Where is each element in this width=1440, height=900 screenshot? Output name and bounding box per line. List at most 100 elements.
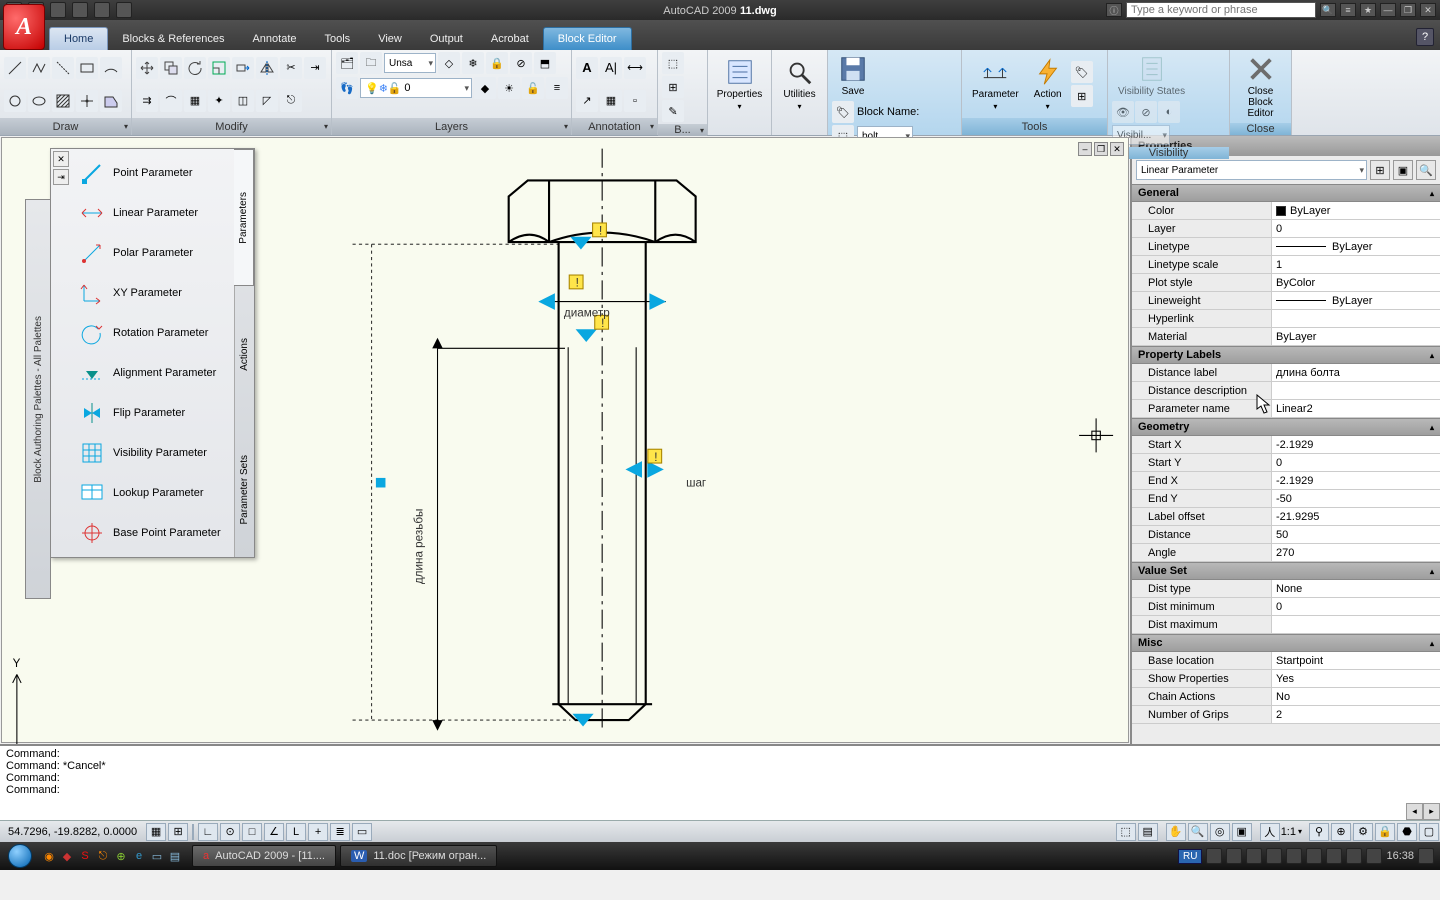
- layer-uniso-icon[interactable]: ◆: [474, 77, 496, 99]
- scale-tool-icon[interactable]: [208, 57, 230, 79]
- search-go-icon[interactable]: 🔍: [1320, 3, 1336, 17]
- ql-app3-icon[interactable]: ⎋: [94, 847, 112, 865]
- ql-switch-icon[interactable]: ▤: [166, 847, 184, 865]
- array-tool-icon[interactable]: ▦: [184, 90, 206, 112]
- toolbar-lock-icon[interactable]: 🔒: [1375, 823, 1395, 841]
- ql-ie-icon[interactable]: ◉: [40, 847, 58, 865]
- model-toggle[interactable]: ⬚: [1116, 823, 1136, 841]
- prop-row[interactable]: End Y-50: [1132, 490, 1440, 508]
- tray-icon-4[interactable]: [1266, 848, 1282, 864]
- annotation-visibility-icon[interactable]: ⚲: [1309, 823, 1329, 841]
- extend-tool-icon[interactable]: ⇥: [304, 57, 326, 79]
- tray-icon-end[interactable]: [1418, 848, 1434, 864]
- edit-block-icon[interactable]: ✎: [662, 100, 684, 122]
- qat-save-icon[interactable]: [50, 2, 66, 18]
- start-button[interactable]: [0, 842, 40, 870]
- erase-tool-icon[interactable]: ◫: [232, 90, 254, 112]
- prop-row[interactable]: Dist typeNone: [1132, 580, 1440, 598]
- prop-row[interactable]: Distance50: [1132, 526, 1440, 544]
- prop-value[interactable]: No: [1272, 688, 1440, 705]
- explode-tool-icon[interactable]: ✦: [208, 90, 230, 112]
- stretch-tool-icon[interactable]: [232, 57, 254, 79]
- taskbar-autocad[interactable]: aAutoCAD 2009 - [11....: [192, 845, 336, 867]
- construction-line-icon[interactable]: [52, 57, 74, 79]
- command-line[interactable]: Command: Command: *Cancel* Command: Comm…: [0, 744, 1440, 820]
- panel-title-layers[interactable]: Layers▾: [332, 118, 571, 135]
- ql-ie2-icon[interactable]: e: [130, 847, 148, 865]
- tab-tools[interactable]: Tools: [311, 28, 365, 50]
- visibility-states-button[interactable]: Visibility States: [1112, 52, 1191, 99]
- layer-make-current-icon[interactable]: ⬒: [534, 52, 556, 74]
- layer-thaw-icon[interactable]: ☀: [498, 77, 520, 99]
- prop-row[interactable]: Linetype scale1: [1132, 256, 1440, 274]
- prop-value[interactable]: [1272, 382, 1440, 399]
- close-button[interactable]: ✕: [1420, 3, 1436, 17]
- clock[interactable]: 16:38: [1386, 850, 1414, 862]
- tray-icon-9[interactable]: [1366, 848, 1382, 864]
- panel-title-annotation[interactable]: Annotation▾: [572, 118, 657, 135]
- prop-value[interactable]: ByColor: [1272, 274, 1440, 291]
- help-button[interactable]: ?: [1416, 28, 1434, 46]
- panel-title-tools[interactable]: Tools: [962, 118, 1107, 135]
- infocenter-icon[interactable]: ⓘ: [1106, 3, 1122, 17]
- break-tool-icon[interactable]: ⎋: [280, 90, 302, 112]
- point-tool-icon[interactable]: [76, 90, 98, 112]
- select-objects-icon[interactable]: ▣: [1393, 160, 1413, 180]
- ql-app4-icon[interactable]: ⊕: [112, 847, 130, 865]
- layer-lock-icon[interactable]: 🔒: [486, 52, 508, 74]
- section-property-labels[interactable]: Property Labels: [1132, 346, 1440, 364]
- prop-value[interactable]: Yes: [1272, 670, 1440, 687]
- prop-value[interactable]: -2.1929: [1272, 472, 1440, 489]
- tab-annotate[interactable]: Annotate: [238, 28, 310, 50]
- rectangle-tool-icon[interactable]: [76, 57, 98, 79]
- prop-row[interactable]: Hyperlink: [1132, 310, 1440, 328]
- annotation-scale-value[interactable]: 1:1: [1281, 826, 1296, 838]
- utilities-button[interactable]: Utilities ▾: [777, 55, 821, 113]
- create-block-icon[interactable]: ⊞: [662, 76, 684, 98]
- prop-row[interactable]: Angle270: [1132, 544, 1440, 562]
- prop-value[interactable]: 0: [1272, 598, 1440, 615]
- prop-value[interactable]: 270: [1272, 544, 1440, 561]
- action-button[interactable]: Action▾: [1027, 55, 1069, 113]
- drawing-canvas[interactable]: – ❐ ✕ Block Authoring Palettes - All Pal…: [1, 137, 1129, 743]
- selection-dropdown[interactable]: Linear Parameter: [1136, 160, 1367, 180]
- polyline-tool-icon[interactable]: [28, 57, 50, 79]
- coordinates-readout[interactable]: 54.7296, -19.8282, 0.0000: [0, 826, 145, 838]
- tray-icon-7[interactable]: [1326, 848, 1342, 864]
- prop-value[interactable]: None: [1272, 580, 1440, 597]
- prop-row[interactable]: Number of Grips2: [1132, 706, 1440, 724]
- tab-output[interactable]: Output: [416, 28, 477, 50]
- commcenter-icon[interactable]: ≡: [1340, 3, 1356, 17]
- mirror-tool-icon[interactable]: [256, 57, 278, 79]
- prop-row[interactable]: ColorByLayer: [1132, 202, 1440, 220]
- close-block-editor-button[interactable]: Close Block Editor: [1234, 52, 1287, 121]
- tray-icon-2[interactable]: [1226, 848, 1242, 864]
- prop-value[interactable]: 2: [1272, 706, 1440, 723]
- prop-value[interactable]: 50: [1272, 526, 1440, 543]
- cmd-scroll-right[interactable]: ▸: [1423, 803, 1440, 820]
- circle-tool-icon[interactable]: [4, 90, 26, 112]
- tab-view[interactable]: View: [364, 28, 416, 50]
- maximize-button[interactable]: ❐: [1400, 3, 1416, 17]
- prop-value[interactable]: Linear2: [1272, 400, 1440, 417]
- prop-row[interactable]: Distance description: [1132, 382, 1440, 400]
- layer-off-icon[interactable]: ⊘: [510, 52, 532, 74]
- tab-home[interactable]: Home: [49, 27, 108, 50]
- favorites-icon[interactable]: ★: [1360, 3, 1376, 17]
- lwt-toggle[interactable]: ≣: [330, 823, 350, 841]
- prop-value[interactable]: 0: [1272, 454, 1440, 471]
- prop-row[interactable]: Dist maximum: [1132, 616, 1440, 634]
- ql-app1-icon[interactable]: ◆: [58, 847, 76, 865]
- trim-tool-icon[interactable]: ✂: [280, 57, 302, 79]
- tab-acrobat[interactable]: Acrobat: [477, 28, 543, 50]
- grid-toggle[interactable]: ⊞: [168, 823, 188, 841]
- prop-row[interactable]: Distance labelдлина болта: [1132, 364, 1440, 382]
- prop-row[interactable]: Start Y0: [1132, 454, 1440, 472]
- chamfer-tool-icon[interactable]: ◸: [256, 90, 278, 112]
- polar-toggle[interactable]: ⊙: [220, 823, 240, 841]
- showmotion-icon[interactable]: ▣: [1232, 823, 1252, 841]
- section-geometry[interactable]: Geometry: [1132, 418, 1440, 436]
- tray-icon-1[interactable]: [1206, 848, 1222, 864]
- otrack-toggle[interactable]: ∠: [264, 823, 284, 841]
- layer-props-icon[interactable]: 🗂: [336, 52, 358, 74]
